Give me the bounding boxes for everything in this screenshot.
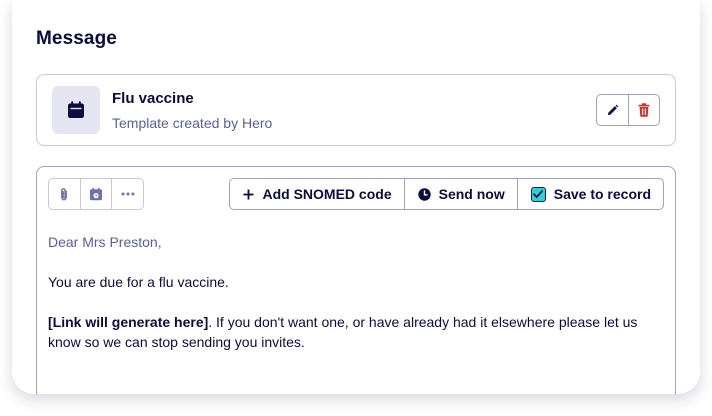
pencil-icon: [607, 104, 619, 115]
save-to-record-toggle[interactable]: Save to record: [516, 179, 663, 209]
calendar-icon: [68, 101, 84, 118]
template-name: Flu vaccine: [112, 90, 194, 107]
template-actions: [596, 94, 660, 126]
section-title: Message: [36, 28, 117, 49]
trash-icon: [638, 103, 650, 117]
template-card: Flu vaccine Template created by Hero: [36, 74, 676, 146]
editor-actions: Add SNOMED code Send now Save to record: [229, 178, 664, 210]
calendar-clock-icon: [90, 187, 102, 201]
check-icon: [533, 190, 544, 198]
schedule-button[interactable]: [79, 179, 112, 209]
link-placeholder: [Link will generate here]: [48, 314, 209, 330]
template-icon-tile: [52, 86, 100, 134]
message-line-2: [Link will generate here]. If you don't …: [48, 312, 664, 352]
template-subtitle: Template created by Hero: [112, 115, 273, 131]
delete-template-button[interactable]: [627, 95, 660, 125]
clock-icon: [417, 187, 431, 201]
edit-template-button[interactable]: [597, 95, 628, 125]
ellipsis-icon: [121, 192, 135, 196]
add-snomed-code-button[interactable]: Add SNOMED code: [230, 179, 403, 209]
save-to-record-checkbox[interactable]: [530, 186, 546, 202]
message-greeting: Dear Mrs Preston,: [48, 234, 162, 250]
message-editor[interactable]: Add SNOMED code Send now Save to record …: [36, 166, 676, 394]
plus-icon: [243, 189, 254, 200]
save-to-record-label: Save to record: [553, 186, 651, 202]
attach-button[interactable]: [49, 179, 80, 209]
message-body[interactable]: Dear Mrs Preston, You are due for a flu …: [48, 232, 664, 372]
editor-tools: [48, 178, 144, 210]
send-now-button[interactable]: Send now: [403, 179, 517, 209]
more-options-button[interactable]: [111, 179, 143, 209]
message-line-1: You are due for a flu vaccine.: [48, 274, 229, 290]
message-card: Message Flu vaccine Template created by …: [12, 0, 700, 394]
paperclip-icon: [61, 187, 68, 200]
send-now-label: Send now: [438, 186, 505, 202]
add-snomed-code-label: Add SNOMED code: [262, 186, 392, 202]
